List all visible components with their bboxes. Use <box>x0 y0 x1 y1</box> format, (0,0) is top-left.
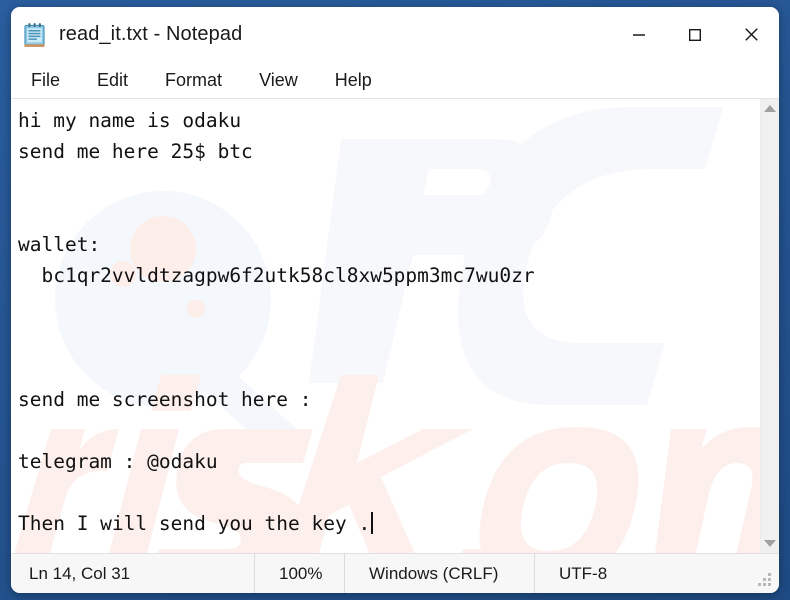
minimize-icon <box>633 33 645 36</box>
status-encoding[interactable]: UTF-8 <box>534 554 779 593</box>
text-line: Then I will send you the key . <box>18 512 371 535</box>
maximize-icon <box>689 28 702 41</box>
close-button[interactable] <box>723 7 779 62</box>
menu-item-edit[interactable]: Edit <box>94 68 131 93</box>
editor-area: hi my name is odaku send me here 25$ btc… <box>11 99 779 553</box>
document-text: hi my name is odaku send me here 25$ btc… <box>18 105 760 539</box>
menu-item-file[interactable]: File <box>28 68 63 93</box>
menu-item-format[interactable]: Format <box>162 68 225 93</box>
window-controls <box>611 7 779 62</box>
scroll-down-arrow[interactable] <box>764 540 776 547</box>
close-icon <box>744 28 758 41</box>
notepad-window: read_it.txt - Notepad File Edit Format V… <box>11 7 779 593</box>
status-bar: Ln 14, Col 31 100% Windows (CRLF) UTF-8 <box>11 553 779 593</box>
menu-item-view[interactable]: View <box>256 68 301 93</box>
text-editing-surface[interactable]: hi my name is odaku send me here 25$ btc… <box>11 99 760 553</box>
status-zoom-level[interactable]: 100% <box>254 554 344 593</box>
text-line: wallet: <box>18 233 101 256</box>
text-line: send me here 25$ btc <box>18 140 253 163</box>
text-line: telegram : @odaku <box>18 450 218 473</box>
menu-item-help[interactable]: Help <box>332 68 375 93</box>
text-line: hi my name is odaku <box>18 109 242 132</box>
minimize-button[interactable] <box>611 7 667 62</box>
text-line: send me screenshot here : <box>18 388 312 411</box>
notepad-icon <box>22 21 48 49</box>
status-cursor-position: Ln 14, Col 31 <box>29 563 131 583</box>
desktop-background: read_it.txt - Notepad File Edit Format V… <box>0 0 790 600</box>
resize-grip-icon[interactable] <box>758 573 771 586</box>
text-line: bc1qr2vvldtzagpw6f2utk58cl8xw5ppm3mc7wu0… <box>18 264 535 287</box>
menu-bar: File Edit Format View Help <box>11 62 779 99</box>
maximize-button[interactable] <box>667 7 723 62</box>
text-caret <box>371 512 373 534</box>
window-title: read_it.txt - Notepad <box>59 23 243 45</box>
vertical-scrollbar[interactable] <box>760 99 779 553</box>
scroll-up-arrow[interactable] <box>764 105 776 112</box>
title-bar[interactable]: read_it.txt - Notepad <box>11 7 779 62</box>
status-line-ending[interactable]: Windows (CRLF) <box>344 554 534 593</box>
